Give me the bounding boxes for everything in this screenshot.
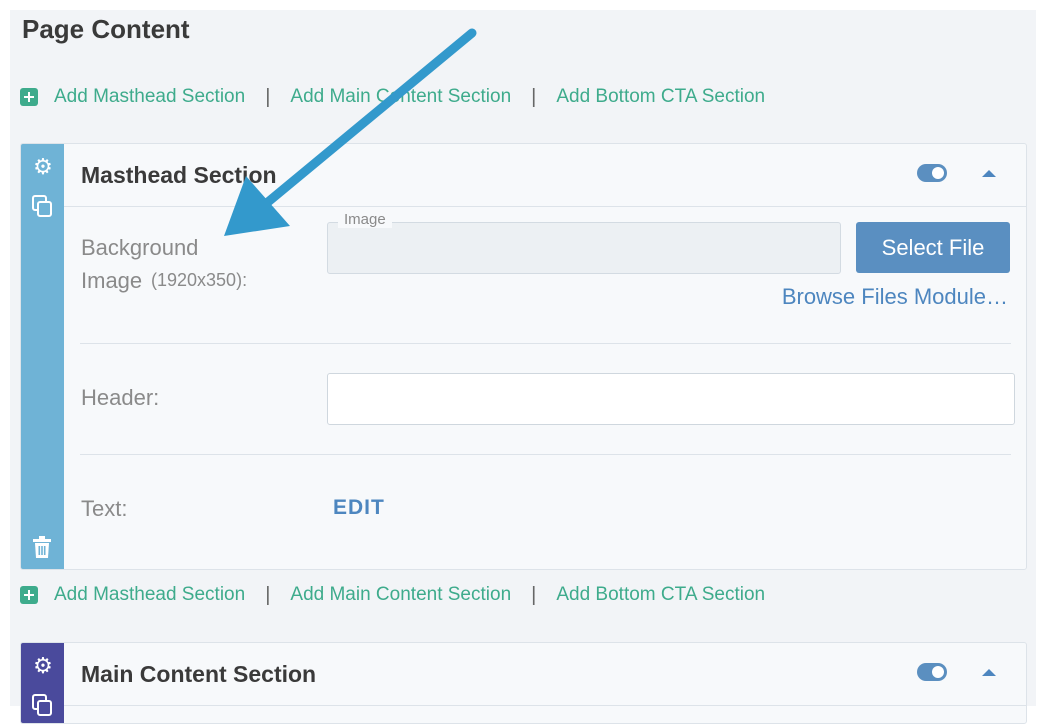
plus-square-icon[interactable] — [20, 88, 38, 106]
edit-text-link[interactable]: EDIT — [333, 496, 385, 520]
page-title: Page Content — [22, 14, 190, 44]
section-title: Masthead Section — [81, 162, 277, 188]
header-input[interactable] — [327, 373, 1015, 425]
browse-files-module-link[interactable]: Browse Files Module… — [782, 284, 1008, 310]
copy-icon[interactable] — [32, 694, 52, 716]
separator: | — [265, 583, 271, 606]
add-section-bar: Add Masthead Section | Add Main Content … — [20, 580, 765, 610]
separator: | — [531, 85, 537, 108]
separator: | — [265, 85, 271, 108]
plus-square-icon[interactable] — [20, 586, 38, 604]
select-file-button[interactable]: Select File — [856, 222, 1010, 273]
add-bottom-cta-section-link[interactable]: Add Bottom CTA Section — [556, 584, 765, 606]
add-section-bar: Add Masthead Section | Add Main Content … — [20, 82, 765, 112]
main-content-section: ⚙ Main Content Section — [20, 642, 1027, 724]
separator: | — [531, 583, 537, 606]
section-title: Main Content Section — [81, 661, 317, 687]
section-header: Masthead Section — [64, 144, 1026, 207]
image-field-legend: Image — [338, 211, 392, 228]
section-sidebar-strip: ⚙ — [21, 144, 64, 569]
caret-up-icon[interactable] — [982, 669, 996, 676]
text-label: Text: — [81, 496, 128, 521]
add-masthead-section-link[interactable]: Add Masthead Section — [54, 584, 245, 606]
divider — [80, 343, 1011, 344]
gear-icon[interactable]: ⚙ — [32, 655, 54, 677]
add-masthead-section-link[interactable]: Add Masthead Section — [54, 86, 245, 108]
add-bottom-cta-section-link[interactable]: Add Bottom CTA Section — [556, 86, 765, 108]
divider — [80, 454, 1011, 455]
background-image-size: (1920x350): — [151, 270, 248, 290]
add-main-content-section-link[interactable]: Add Main Content Section — [290, 86, 511, 108]
image-field[interactable]: Image — [327, 211, 841, 274]
trash-icon[interactable] — [32, 536, 52, 558]
masthead-section: ⚙ Masthead Section Background Image (192… — [20, 143, 1027, 570]
toggle-icon[interactable] — [917, 663, 947, 681]
header-label: Header: — [81, 385, 160, 410]
section-header: Main Content Section — [64, 643, 1026, 706]
toggle-icon[interactable] — [917, 164, 947, 182]
gear-icon[interactable]: ⚙ — [32, 156, 54, 178]
background-image-label: Background Image (1920x350): — [81, 231, 247, 297]
add-main-content-section-link[interactable]: Add Main Content Section — [290, 584, 511, 606]
section-sidebar-strip: ⚙ — [21, 643, 64, 723]
caret-up-icon[interactable] — [982, 170, 996, 177]
copy-icon[interactable] — [32, 195, 52, 217]
